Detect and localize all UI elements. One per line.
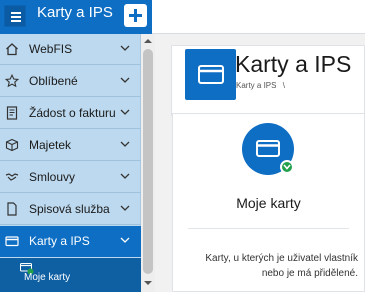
- chevron-down-icon: [120, 77, 130, 83]
- sidebar-item-oblibene[interactable]: Oblíbené: [0, 66, 141, 97]
- card-icon: [5, 236, 19, 247]
- sidebar: WebFIS Oblíbené Žádost o fakturu Majetek…: [0, 34, 141, 292]
- sidebar-item-label: WebFIS: [29, 42, 73, 56]
- sidebar-subitem-moje-karty[interactable]: Moje karty: [0, 258, 141, 292]
- scroll-up-arrow-icon[interactable]: [144, 38, 152, 44]
- page-title: Karty a IPS: [235, 51, 352, 77]
- breadcrumb: Karty a IPS \: [236, 81, 285, 90]
- sidebar-item-label: Žádost o fakturu: [29, 106, 116, 120]
- sidebar-item-label: Oblíbené: [29, 74, 78, 88]
- sidebar-item-zadost-o-fakturu[interactable]: Žádost o fakturu: [0, 98, 141, 129]
- tile-description: Karty, u kterých je uživatel vlastník ne…: [205, 253, 358, 279]
- hamburger-menu-button[interactable]: [4, 5, 26, 27]
- page-header: Karty a IPS Karty a IPS \: [171, 45, 365, 116]
- app-title: Karty a IPS: [37, 4, 113, 21]
- chevron-down-icon: [120, 141, 130, 147]
- main-content: Karty a IPS Karty a IPS \ Moje karty Kar…: [155, 34, 365, 292]
- sidebar-scrollbar[interactable]: [141, 34, 155, 292]
- document-icon: [6, 106, 18, 120]
- chevron-down-icon: [120, 45, 130, 51]
- sidebar-item-webfis[interactable]: WebFIS: [0, 34, 141, 65]
- card-icon: [256, 140, 280, 157]
- chevron-down-icon: [120, 237, 130, 243]
- sidebar-item-label: Karty a IPS: [29, 234, 90, 248]
- top-bar: Karty a IPS: [0, 0, 365, 34]
- card-icon: [198, 65, 224, 84]
- add-button[interactable]: [124, 4, 147, 27]
- tile-badge: [280, 160, 294, 174]
- sidebar-item-label: Smlouvy: [29, 170, 76, 184]
- sidebar-subitem-label: Moje karty: [24, 272, 71, 283]
- sidebar-item-spisova-sluzba[interactable]: Spisová služba: [0, 194, 141, 225]
- sidebar-item-smlouvy[interactable]: Smlouvy: [0, 162, 141, 193]
- breadcrumb-separator: \: [282, 81, 285, 90]
- box-icon: [5, 138, 19, 152]
- tile-title: Moje karty: [236, 195, 301, 211]
- file-icon: [7, 202, 17, 216]
- tile-moje-karty[interactable]: Moje karty Karty, u kterých je uživatel …: [172, 113, 365, 292]
- tile-divider: [188, 228, 349, 229]
- star-icon: [5, 74, 19, 88]
- scroll-down-arrow-icon[interactable]: [144, 280, 152, 286]
- chevron-down-icon: [283, 164, 291, 170]
- chevron-down-icon: [120, 205, 130, 211]
- sidebar-item-majetek[interactable]: Majetek: [0, 130, 141, 161]
- scrollbar-thumb[interactable]: [143, 49, 153, 274]
- sidebar-item-label: Spisová služba: [29, 202, 110, 216]
- sidebar-item-label: Majetek: [29, 138, 72, 152]
- sidebar-item-karty-a-ips[interactable]: Karty a IPS: [0, 226, 141, 257]
- handshake-icon: [5, 173, 19, 181]
- chevron-down-icon: [120, 173, 130, 179]
- header-icon-tile: [185, 49, 236, 100]
- chevron-down-icon: [120, 109, 130, 115]
- home-icon: [6, 43, 18, 56]
- breadcrumb-item[interactable]: Karty a IPS: [236, 81, 276, 90]
